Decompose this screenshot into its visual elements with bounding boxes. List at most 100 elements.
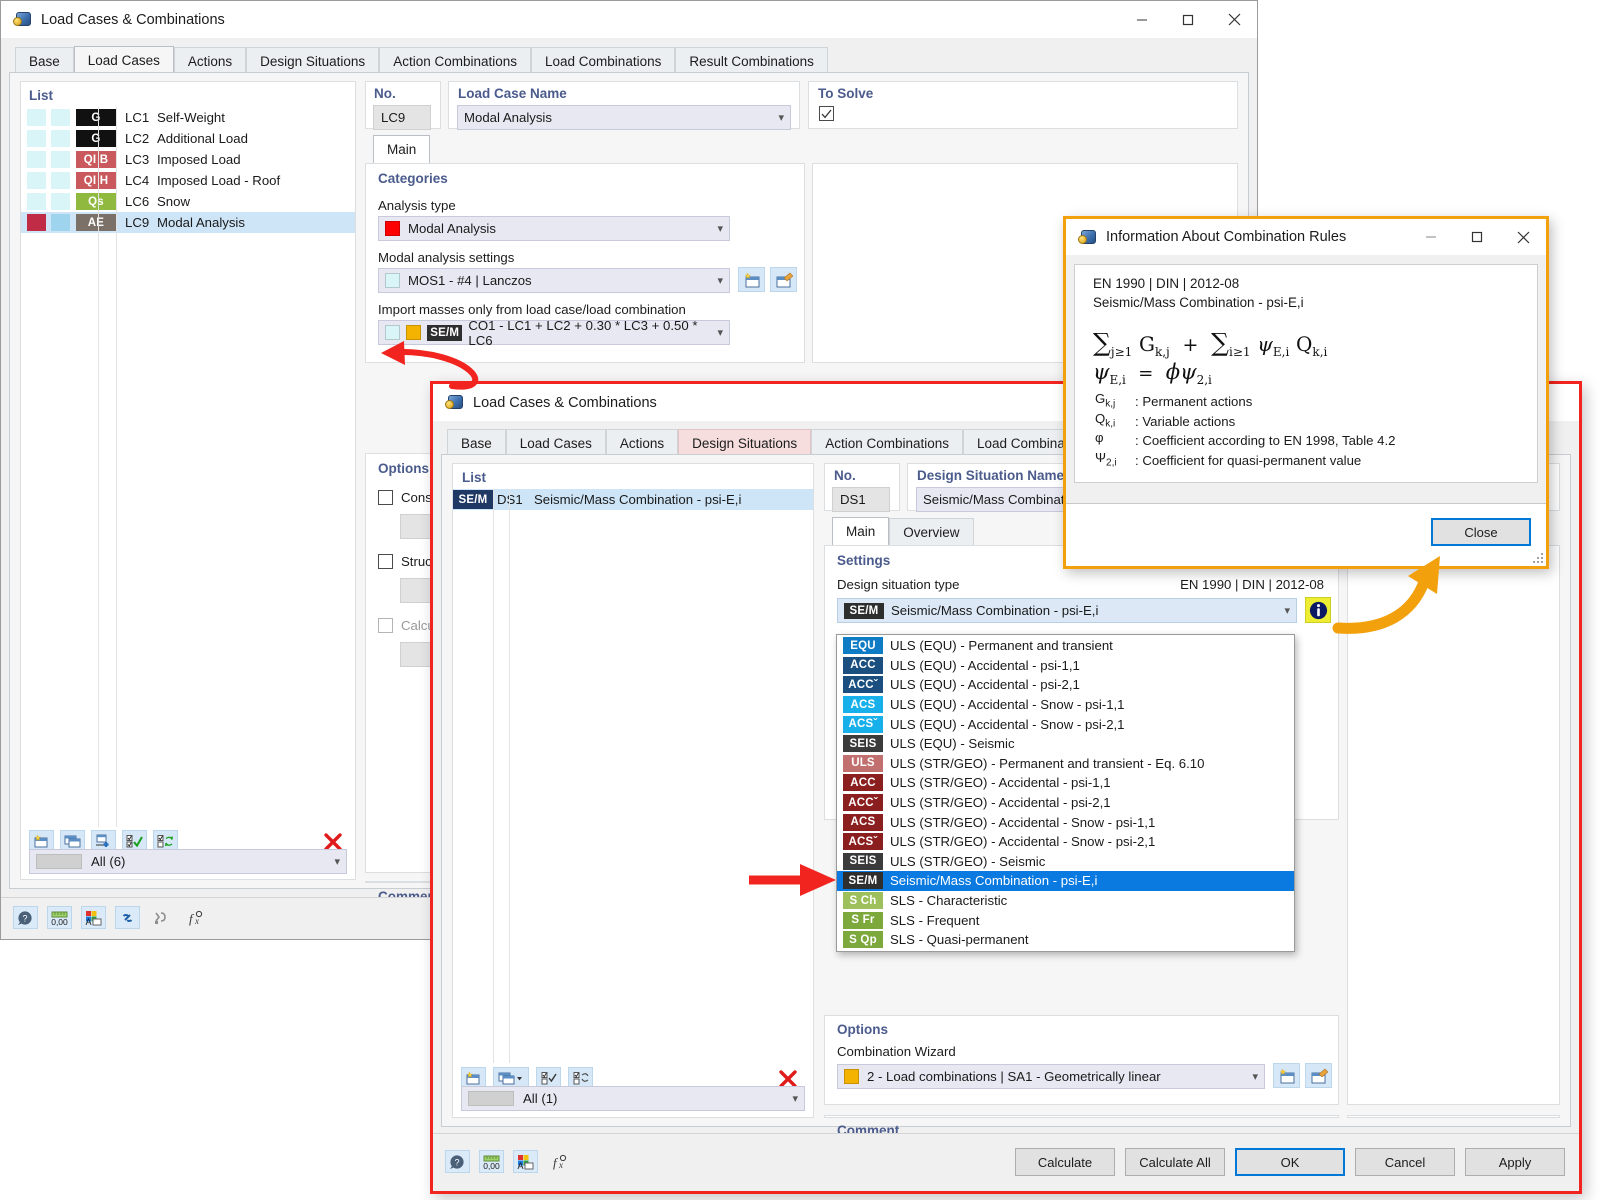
dropdown-option[interactable]: S QpSLS - Quasi-permanent [837, 930, 1294, 950]
dropdown-option-tag: SEIS [843, 735, 883, 752]
link-icon[interactable] [115, 906, 140, 929]
close-button[interactable]: Close [1431, 518, 1531, 546]
dropdown-option[interactable]: SEISULS (STR/GEO) - Seismic [837, 852, 1294, 872]
units-icon[interactable]: 0,00 [479, 1150, 504, 1173]
dropdown-option[interactable]: EQUULS (EQU) - Permanent and transient [837, 636, 1294, 656]
calculate-all-button[interactable]: Calculate All [1125, 1148, 1225, 1176]
resize-grip[interactable] [1532, 552, 1544, 564]
option-row-1[interactable]: Cons [378, 490, 432, 505]
inner-tab-main[interactable]: Main [832, 517, 889, 545]
consider-checkbox[interactable] [378, 490, 393, 505]
table-row[interactable]: AELC9Modal Analysis [21, 212, 355, 233]
design-situation-type-combo[interactable]: SE/M Seismic/Mass Combination - psi-E,i … [837, 598, 1297, 623]
snap-icon[interactable] [149, 906, 174, 929]
dropdown-option[interactable]: S ChSLS - Characteristic [837, 891, 1294, 911]
info-button[interactable] [1305, 597, 1331, 623]
inner-tab-main[interactable]: Main [373, 135, 430, 163]
dropdown-option[interactable]: ACCULS (EQU) - Accidental - psi-1,1 [837, 656, 1294, 676]
help-icon[interactable]: ? [13, 906, 38, 929]
load-case-name-input[interactable]: Modal Analysis ▾ [457, 105, 791, 130]
to-solve-checkbox[interactable] [819, 106, 834, 121]
close-icon[interactable] [1211, 1, 1257, 38]
tab-actions[interactable]: Actions [606, 429, 678, 456]
tab-load-combinations[interactable]: Load Combinations [531, 47, 675, 74]
tab-base[interactable]: Base [15, 47, 74, 74]
dropdown-option[interactable]: ULSULS (STR/GEO) - Permanent and transie… [837, 754, 1294, 774]
colors-icon[interactable]: A [81, 906, 106, 929]
dropdown-option-label: ULS (EQU) - Accidental - Snow - psi-2,1 [890, 717, 1125, 732]
combination-wizard-combo[interactable]: 2 - Load combinations | SA1 - Geometrica… [837, 1064, 1265, 1089]
tab-action-combinations[interactable]: Action Combinations [811, 429, 963, 456]
import-masses-swatch-1 [385, 325, 400, 340]
table-row[interactable]: SE/M DS1 Seismic/Mass Combination - psi-… [453, 489, 813, 510]
load-case-name-label: Load Case Name [458, 86, 567, 101]
import-masses-combo[interactable]: SE/M CO1 - LC1 + LC2 + 0.30 * LC3 + 0.50… [378, 320, 730, 345]
table-row[interactable]: QI BLC3Imposed Load [21, 149, 355, 170]
design-situation-filter-combo[interactable]: All (1) ▾ [461, 1086, 805, 1111]
minimize-icon[interactable] [1119, 1, 1165, 38]
help-icon[interactable]: ? [445, 1150, 470, 1173]
minimize-icon[interactable] [1408, 219, 1454, 255]
tab-result-combinations[interactable]: Result Combinations [675, 47, 828, 74]
no-label: No. [374, 86, 396, 101]
import-masses-swatch-2 [406, 325, 421, 340]
dropdown-option-label: ULS (STR/GEO) - Accidental - psi-1,1 [890, 775, 1111, 790]
ok-button[interactable]: OK [1235, 1148, 1345, 1176]
inner-tab-overview[interactable]: Overview [889, 518, 973, 545]
dropdown-option[interactable]: ACCˇULS (STR/GEO) - Accidental - psi-2,1 [837, 793, 1294, 813]
analysis-type-combo[interactable]: Modal Analysis ▾ [378, 216, 730, 241]
colors-icon[interactable]: A [513, 1150, 538, 1173]
chevron-down-icon: ▾ [1246, 1070, 1258, 1083]
import-masses-label: Import masses only from load case/load c… [378, 302, 686, 317]
tab-actions[interactable]: Actions [174, 47, 246, 74]
cancel-button[interactable]: Cancel [1355, 1148, 1455, 1176]
formula-icon[interactable]: fx [183, 906, 208, 929]
structure-checkbox[interactable] [378, 554, 393, 569]
edit-modal-settings-icon[interactable] [770, 267, 797, 292]
tab-design-situations[interactable]: Design Situations [678, 429, 811, 456]
dropdown-option[interactable]: ACSˇULS (EQU) - Accidental - Snow - psi-… [837, 714, 1294, 734]
dropdown-option-tag: ACSˇ [843, 833, 883, 850]
dropdown-option[interactable]: ACSULS (EQU) - Accidental - Snow - psi-1… [837, 695, 1294, 715]
table-row[interactable]: GLC2Additional Load [21, 128, 355, 149]
second-right-panel-bottom [1347, 1115, 1560, 1118]
load-case-tag: QI H [76, 172, 116, 189]
chevron-down-icon: ▾ [786, 1092, 798, 1105]
apply-button[interactable]: Apply [1465, 1148, 1565, 1176]
tab-load-cases[interactable]: Load Cases [74, 46, 174, 74]
calculate-button[interactable]: Calculate [1015, 1148, 1115, 1176]
tab-load-cases[interactable]: Load Cases [506, 429, 606, 456]
close-icon[interactable] [1500, 219, 1546, 255]
table-row[interactable]: GLC1Self-Weight [21, 107, 355, 128]
tab-action-combinations[interactable]: Action Combinations [379, 47, 531, 74]
dropdown-option-tag: ACC [843, 657, 883, 674]
tab-design-situations[interactable]: Design Situations [246, 47, 379, 74]
maximize-icon[interactable] [1454, 219, 1500, 255]
edit-combination-wizard-icon[interactable] [1305, 1063, 1332, 1088]
dropdown-option[interactable]: ACCˇULS (EQU) - Accidental - psi-2,1 [837, 675, 1294, 695]
maximize-icon[interactable] [1165, 1, 1211, 38]
dropdown-option[interactable]: SEISULS (EQU) - Seismic [837, 734, 1294, 754]
dropdown-option[interactable]: ACSˇULS (STR/GEO) - Accidental - Snow - … [837, 832, 1294, 852]
dropdown-option[interactable]: SE/MSeismic/Mass Combination - psi-E,i [837, 871, 1294, 891]
info-standard: EN 1990 | DIN | 2012-08 [1093, 276, 1239, 291]
formula-icon[interactable]: fx [547, 1150, 572, 1173]
dropdown-option[interactable]: ACSULS (STR/GEO) - Accidental - Snow - p… [837, 812, 1294, 832]
new-modal-settings-icon[interactable] [738, 267, 765, 292]
option-row-2[interactable]: Struc [378, 554, 432, 569]
dropdown-option-label: Seismic/Mass Combination - psi-E,i [890, 873, 1097, 888]
options-label: Options [378, 461, 429, 476]
table-row[interactable]: QsLC6Snow [21, 191, 355, 212]
legend-subscript: 2,i [1106, 457, 1117, 468]
design-situation-type-dropdown[interactable]: EQUULS (EQU) - Permanent and transientAC… [836, 634, 1295, 952]
dropdown-option[interactable]: ACCULS (STR/GEO) - Accidental - psi-1,1 [837, 773, 1294, 793]
tab-base[interactable]: Base [447, 429, 506, 456]
no-label: No. [834, 468, 856, 483]
table-row[interactable]: QI HLC4Imposed Load - Roof [21, 170, 355, 191]
new-combination-wizard-icon[interactable] [1273, 1063, 1300, 1088]
list-filter-combo[interactable]: All (6) ▾ [29, 849, 347, 874]
units-icon[interactable]: 0,00 [47, 906, 72, 929]
dropdown-option[interactable]: S FrSLS - Frequent [837, 910, 1294, 930]
modal-settings-combo[interactable]: MOS1 - #4 | Lanczos ▾ [378, 268, 730, 293]
load-case-name: Imposed Load [157, 152, 241, 167]
